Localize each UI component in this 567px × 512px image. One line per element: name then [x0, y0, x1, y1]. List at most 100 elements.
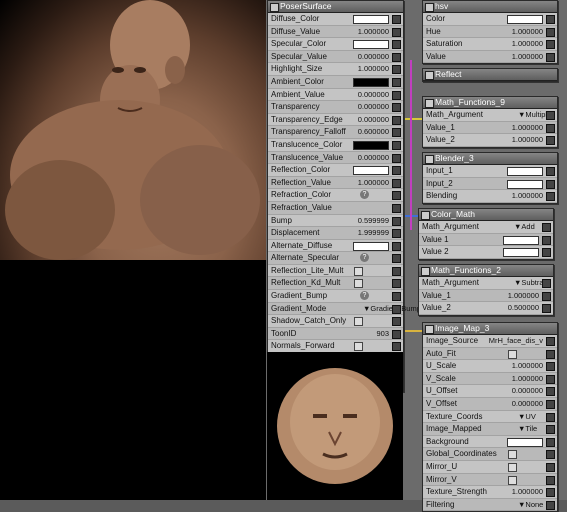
math-functions-9-node[interactable]: Math_Functions_9 Math_Argument ▼Multiply V…: [422, 96, 558, 148]
param-row[interactable]: Color: [423, 13, 557, 26]
color-swatch[interactable]: [503, 248, 539, 258]
param-value[interactable]: 1.000000: [512, 122, 543, 134]
param-row[interactable]: Transparency_Falloff 0.600000: [268, 126, 403, 139]
param-row[interactable]: Reflection_Color: [268, 164, 403, 177]
input-plug-icon[interactable]: [392, 191, 401, 201]
param-value[interactable]: 0.000000: [358, 51, 389, 63]
param-value[interactable]: 1.000000: [512, 373, 543, 385]
checkbox[interactable]: [354, 266, 363, 276]
param-row[interactable]: Value 2: [419, 246, 553, 259]
color-swatch[interactable]: [353, 40, 389, 50]
checkbox[interactable]: [354, 342, 363, 352]
param-value[interactable]: 1.000000: [512, 51, 543, 63]
input-plug-icon[interactable]: [546, 27, 555, 37]
help-icon[interactable]: ?: [360, 253, 369, 263]
param-value[interactable]: 0.000000: [512, 398, 543, 410]
param-row[interactable]: Input_1: [423, 165, 557, 178]
input-plug-icon[interactable]: [546, 40, 555, 50]
param-row[interactable]: Value 1: [419, 234, 553, 247]
color-swatch[interactable]: [353, 241, 389, 251]
param-row[interactable]: Texture_Coords ▼UV: [423, 410, 557, 424]
param-value[interactable]: 0.000000: [358, 152, 389, 164]
param-row[interactable]: Reflection_Value 1.000000: [268, 177, 403, 190]
param-row[interactable]: Input_2: [423, 178, 557, 191]
input-plug-icon[interactable]: [392, 317, 401, 327]
param-value[interactable]: 0.600000: [358, 126, 389, 138]
param-row[interactable]: Saturation 1.000000: [423, 38, 557, 51]
param-row[interactable]: Value_1 1.000000: [419, 290, 553, 303]
input-plug-icon[interactable]: [542, 279, 551, 288]
param-row[interactable]: Gradient_Bump?: [268, 290, 403, 303]
reflect-node[interactable]: Reflect: [422, 68, 558, 82]
param-value[interactable]: 1.000000: [508, 290, 539, 302]
input-plug-icon[interactable]: [392, 216, 401, 226]
param-row[interactable]: Value_2 0.500000: [419, 302, 553, 315]
param-row[interactable]: Specular_Color: [268, 38, 403, 51]
input-plug-icon[interactable]: [546, 488, 555, 498]
param-row[interactable]: ToonID 903: [268, 328, 403, 341]
input-plug-icon[interactable]: [392, 153, 401, 163]
input-plug-icon[interactable]: [546, 475, 555, 485]
param-dropdown[interactable]: ▼UV: [518, 411, 536, 423]
input-plug-icon[interactable]: [392, 52, 401, 62]
node-header[interactable]: PoserSurface: [268, 1, 403, 13]
input-plug-icon[interactable]: [546, 192, 555, 202]
param-value[interactable]: 0.000000: [358, 101, 389, 113]
input-plug-icon[interactable]: [392, 27, 401, 37]
param-value[interactable]: 0.599999: [358, 215, 389, 227]
param-row[interactable]: Math_Argument ▼Subtract: [419, 277, 553, 290]
input-plug-icon[interactable]: [546, 179, 555, 189]
input-plug-icon[interactable]: [392, 178, 401, 188]
param-row[interactable]: Diffuse_Value 1.000000: [268, 26, 403, 39]
input-plug-icon[interactable]: [392, 203, 401, 213]
param-row[interactable]: Mirror_U: [423, 460, 557, 474]
param-value[interactable]: 1.000000: [512, 360, 543, 372]
input-plug-icon[interactable]: [392, 128, 401, 138]
param-value[interactable]: 1.000000: [512, 26, 543, 38]
param-value[interactable]: 0.000000: [358, 89, 389, 101]
help-icon[interactable]: ?: [360, 190, 369, 200]
param-row[interactable]: Reflection_Kd_Mult: [268, 277, 403, 291]
param-value[interactable]: 1.000000: [358, 177, 389, 189]
param-row[interactable]: Transparency_Edge 0.000000: [268, 113, 403, 127]
input-plug-icon[interactable]: [392, 103, 401, 113]
checkbox[interactable]: [508, 475, 517, 485]
param-row[interactable]: Specular_Value 0.000000: [268, 51, 403, 64]
color-swatch[interactable]: [507, 437, 543, 447]
input-plug-icon[interactable]: [546, 111, 555, 120]
input-plug-icon[interactable]: [542, 248, 551, 258]
color-swatch[interactable]: [353, 140, 389, 150]
param-dropdown[interactable]: ▼None: [518, 499, 543, 511]
input-plug-icon[interactable]: [392, 90, 401, 100]
input-plug-icon[interactable]: [392, 342, 401, 352]
input-plug-icon[interactable]: [542, 223, 551, 232]
input-plug-icon[interactable]: [392, 140, 401, 150]
param-value[interactable]: 1.999999: [358, 227, 389, 239]
checkbox[interactable]: [508, 349, 517, 359]
input-plug-icon[interactable]: [542, 304, 551, 314]
param-row[interactable]: Displacement 1.999999: [268, 227, 403, 240]
param-dropdown[interactable]: ▼Tile: [518, 423, 537, 435]
checkbox[interactable]: [354, 317, 363, 327]
param-row[interactable]: Diffuse_Color: [268, 13, 403, 26]
param-row[interactable]: Highlight_Size 1.000000: [268, 63, 403, 76]
checkbox[interactable]: [354, 279, 363, 289]
param-row[interactable]: Shadow_Catch_Only: [268, 315, 403, 328]
param-row[interactable]: Mirror_V: [423, 474, 557, 487]
param-value[interactable]: 903: [376, 328, 389, 340]
param-row[interactable]: Texture_Strength 1.000000: [423, 486, 557, 499]
input-plug-icon[interactable]: [546, 362, 555, 372]
input-plug-icon[interactable]: [546, 123, 555, 133]
color-swatch[interactable]: [507, 167, 543, 176]
color-swatch[interactable]: [353, 166, 389, 176]
input-plug-icon[interactable]: [546, 15, 555, 24]
input-plug-icon[interactable]: [392, 40, 401, 50]
param-row[interactable]: U_Offset 0.000000: [423, 385, 557, 398]
param-row[interactable]: Image_Source MrH_face_dis_v: [423, 335, 557, 348]
input-plug-icon[interactable]: [392, 166, 401, 176]
input-plug-icon[interactable]: [546, 349, 555, 359]
color-math-node[interactable]: Color_Math Math_Argument ▼Add Value 1 Value…: [418, 208, 554, 260]
input-plug-icon[interactable]: [392, 15, 401, 24]
param-row[interactable]: Value 1.000000: [423, 51, 557, 64]
poser-surface-node[interactable]: PoserSurface Diffuse_Color Diffuse_Value 1…: [267, 0, 421, 392]
